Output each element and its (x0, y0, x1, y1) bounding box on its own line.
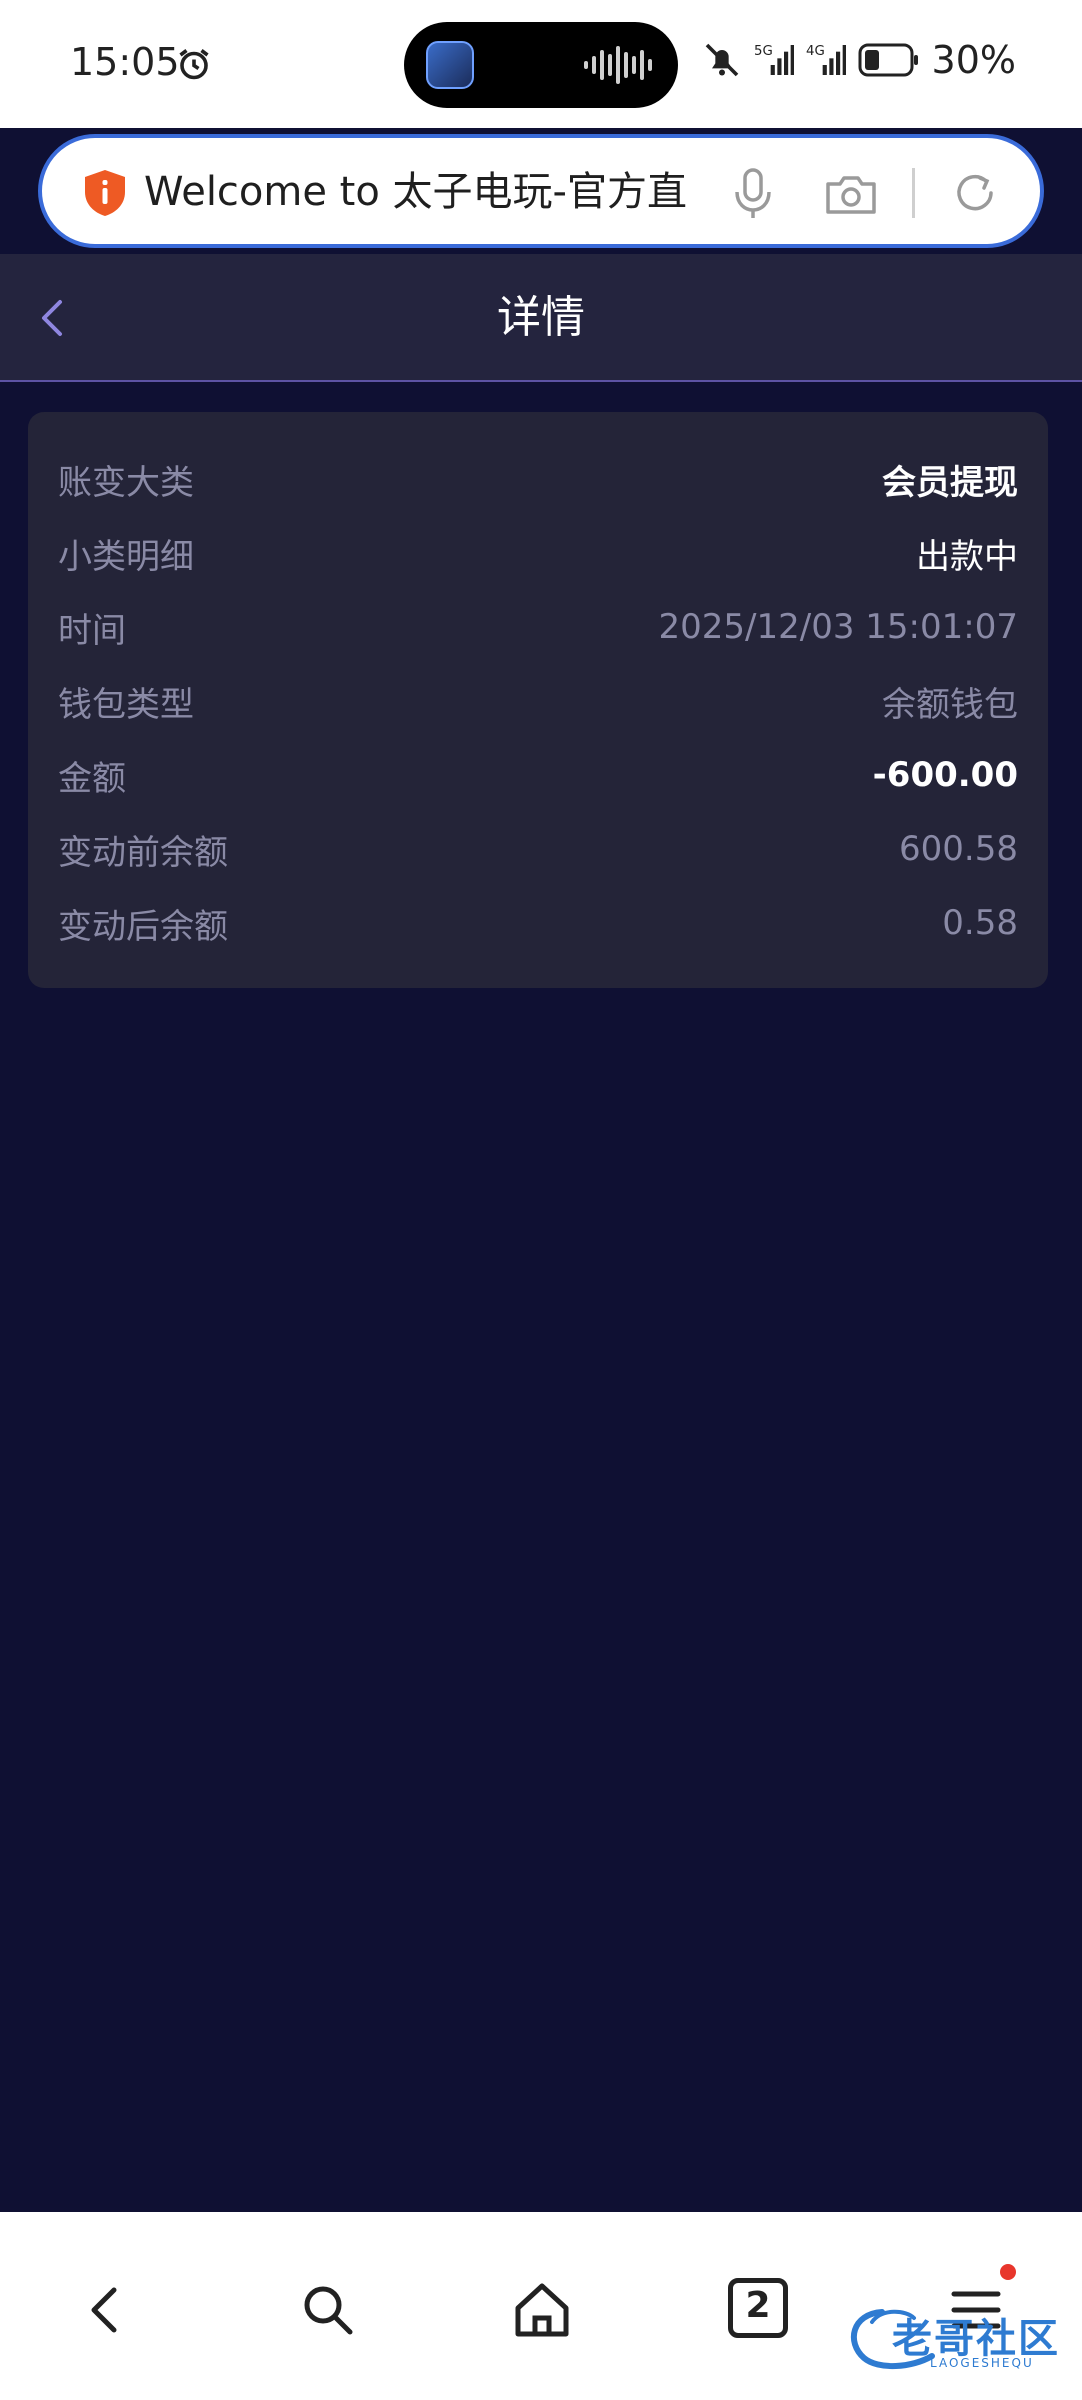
detail-card: 账变大类 会员提现 小类明细 出款中 时间 2025/12/03 15:01:0… (28, 412, 1048, 988)
reload-icon[interactable] (950, 168, 1000, 218)
detail-value: -600.00 (872, 755, 1018, 795)
network-5g-label: 5G (754, 44, 773, 59)
detail-value: 2025/12/03 15:01:07 (658, 607, 1018, 647)
app-icon (426, 41, 474, 89)
detail-value: 0.58 (942, 903, 1018, 943)
signal-icon: 5G (754, 44, 794, 75)
detail-value: 余额钱包 (882, 684, 1018, 725)
network-4g-label: 4G (806, 44, 825, 59)
battery-icon (858, 43, 918, 77)
signal-icon: 4G (806, 44, 846, 75)
status-right: 5G 4G 30% (702, 38, 1016, 82)
detail-label: 变动后余额 (58, 906, 228, 947)
battery-percent: 30% (931, 38, 1016, 82)
detail-row-wallet-type: 钱包类型 余额钱包 (58, 664, 1018, 738)
alarm-icon (179, 49, 209, 80)
detail-label: 钱包类型 (58, 684, 194, 725)
search-icon[interactable] (292, 2274, 364, 2346)
detail-label: 小类明细 (58, 536, 194, 577)
detail-row-time: 时间 2025/12/03 15:01:07 (58, 590, 1018, 664)
detail-label: 账变大类 (58, 462, 194, 503)
address-text[interactable]: Welcome to 太子电玩-官方直 (144, 164, 734, 220)
camera-icon[interactable] (824, 170, 878, 218)
detail-row-balance-before: 变动前余额 600.58 (58, 812, 1018, 886)
status-bar: 15:05 5G 4G 30% (0, 0, 1082, 128)
detail-label: 金额 (58, 758, 126, 799)
page-title: 详情 (497, 292, 585, 343)
detail-row-amount: 金额 -600.00 (58, 738, 1018, 812)
status-time: 15:05 (70, 40, 180, 84)
address-bar[interactable]: Welcome to 太子电玩-官方直 (38, 134, 1044, 248)
detail-value: 出款中 (916, 536, 1018, 577)
detail-value: 会员提现 (882, 462, 1018, 503)
detail-row-subcategory: 小类明细 出款中 (58, 516, 1018, 590)
dynamic-island (404, 22, 678, 108)
home-icon[interactable] (506, 2274, 578, 2346)
tabs-count: 2 (745, 2285, 771, 2326)
mic-icon[interactable] (728, 166, 778, 222)
notification-dot (1000, 2264, 1016, 2280)
tabs-icon[interactable]: 2 (728, 2278, 788, 2338)
address-divider (912, 168, 915, 218)
detail-row-balance-after: 变动后余额 0.58 (58, 886, 1018, 960)
detail-label: 变动前余额 (58, 832, 228, 873)
shield-icon[interactable] (82, 168, 128, 218)
back-icon[interactable] (70, 2274, 142, 2346)
mute-icon (705, 43, 738, 77)
audio-wave-icon (584, 46, 652, 84)
page-header: 详情 (0, 254, 1082, 382)
watermark-subtext: LAOGESHEQU (930, 2356, 1034, 2370)
detail-label: 时间 (58, 610, 126, 651)
detail-value: 600.58 (899, 829, 1018, 869)
detail-row-category: 账变大类 会员提现 (58, 442, 1018, 516)
